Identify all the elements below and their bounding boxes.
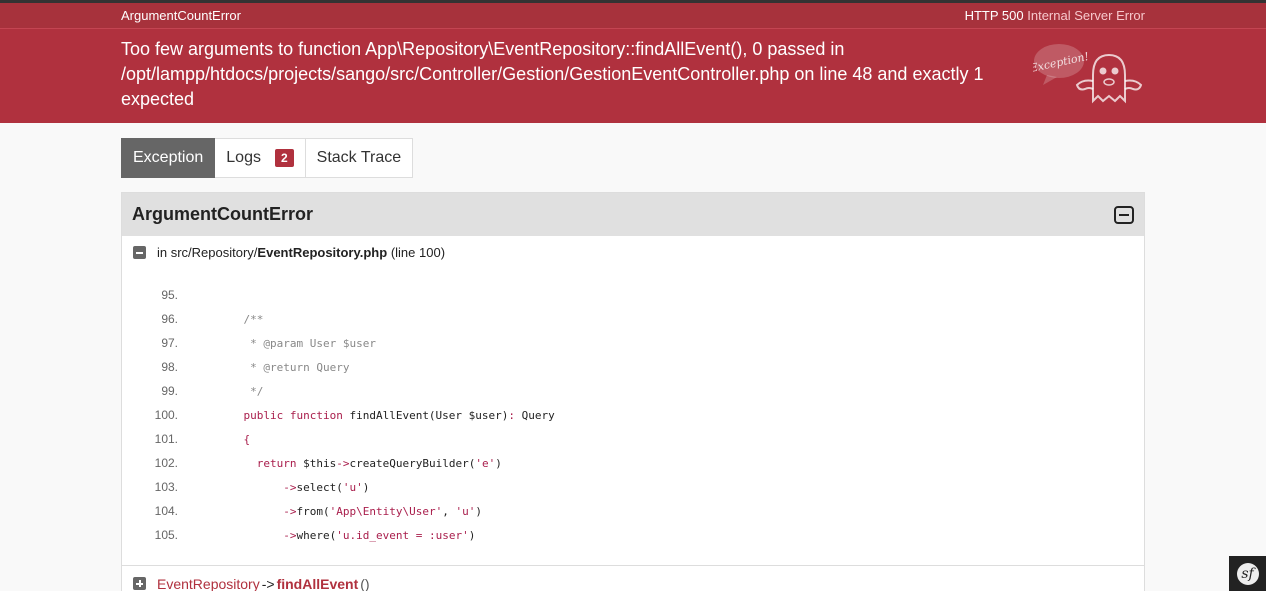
- code-line-number: 101.: [154, 432, 178, 446]
- exception-panel-title: ArgumentCountError: [132, 204, 313, 224]
- trace-line-number: (line 100): [390, 245, 446, 260]
- code-line-number: 105.: [154, 528, 178, 542]
- code-line-source: return $this->createQueryBuilder('e'): [256, 456, 502, 470]
- tab-exception[interactable]: Exception: [121, 138, 216, 178]
- code-line: 95.: [122, 283, 1144, 307]
- code-line-source: ->select('u'): [283, 480, 370, 494]
- main-content: Exception Logs 2 Stack Trace ArgumentCou…: [121, 123, 1145, 591]
- next-trace-item: EventRepository -> findAllEvent(): [122, 565, 1144, 591]
- tab-logs-label: Logs: [226, 149, 261, 166]
- logs-count-badge: 2: [274, 149, 294, 167]
- code-line-number: 104.: [154, 504, 178, 518]
- collapse-trace-icon[interactable]: [133, 246, 146, 259]
- trace-file: EventRepository.php: [257, 245, 388, 260]
- trace-function: findAllEvent: [276, 575, 359, 591]
- code-line-source: */: [250, 384, 264, 398]
- code-line-source: {: [243, 432, 251, 446]
- code-line-number: 97.: [161, 336, 178, 350]
- exception-ghost-icon: Exception!: [1033, 44, 1143, 104]
- code-line-number: 96.: [161, 312, 178, 326]
- exception-class-label: ArgumentCountError: [121, 8, 241, 23]
- code-line: 100. public function findAllEvent(User $…: [122, 403, 1144, 427]
- code-line: 103. ->select('u'): [122, 475, 1144, 499]
- tab-logs[interactable]: Logs 2: [215, 138, 306, 178]
- code-line-source: public function findAllEvent(User $user)…: [243, 408, 555, 422]
- trace-prefix: in src/Repository/: [157, 245, 258, 260]
- code-excerpt: 95. 96. /** 97. * @param User $user 98. * @…: [122, 269, 1144, 565]
- exception-panel: ArgumentCountError in src/Repository/Eve…: [121, 192, 1145, 591]
- code-line-number: 99.: [161, 384, 178, 398]
- code-line: 101. {: [122, 427, 1144, 451]
- code-line: 105. ->where('u.id_event = :user'): [122, 523, 1144, 547]
- symfony-logo-icon: sf: [1236, 562, 1259, 585]
- code-line: 99. */: [122, 379, 1144, 403]
- code-line-source: * @return Query: [250, 360, 350, 374]
- code-line-number: 98.: [161, 360, 178, 374]
- code-line-number: 95.: [161, 288, 178, 302]
- code-line-number: 102.: [154, 456, 178, 470]
- tab-exception-label: Exception: [133, 149, 204, 166]
- trace-arrow: ->: [261, 575, 275, 591]
- code-line-source: ->where('u.id_event = :user'): [283, 528, 476, 542]
- code-line: 97. * @param User $user: [122, 331, 1144, 355]
- exception-panel-header: ArgumentCountError: [122, 193, 1144, 236]
- status-text: Internal Server Error: [1027, 8, 1145, 23]
- exception-header: Too few arguments to function App\Reposi…: [0, 28, 1266, 123]
- trace-args: (): [360, 575, 370, 591]
- tab-bar: Exception Logs 2 Stack Trace: [121, 138, 1145, 178]
- code-line-number: 100.: [154, 408, 178, 422]
- tab-stack-trace[interactable]: Stack Trace: [305, 138, 414, 178]
- http-status: HTTP 500 Internal Server Error: [965, 8, 1145, 23]
- trace-class: EventRepository: [157, 575, 260, 591]
- code-line: 96. /**: [122, 307, 1144, 331]
- collapse-toggle-icon[interactable]: [1114, 205, 1134, 224]
- code-line-source: * @param User $user: [250, 336, 376, 350]
- code-line-source: /**: [243, 312, 264, 326]
- exception-message: Too few arguments to function App\Reposi…: [121, 39, 984, 109]
- code-line-number: 103.: [154, 480, 178, 494]
- code-line: 102. return $this->createQueryBuilder('e…: [122, 451, 1144, 475]
- code-line: 98. * @return Query: [122, 355, 1144, 379]
- status-code: HTTP 500: [964, 8, 1024, 23]
- code-line: 104. ->from('App\Entity\User', 'u'): [122, 499, 1144, 523]
- exception-meta-bar: ArgumentCountError HTTP 500 Internal Ser…: [0, 3, 1266, 28]
- code-line-source: ->from('App\Entity\User', 'u'): [283, 504, 482, 518]
- trace-location: in src/Repository/EventRepository.php (l…: [122, 236, 1144, 269]
- tab-stack-trace-label: Stack Trace: [316, 149, 402, 166]
- symfony-toolbar-toggle[interactable]: sf: [1229, 556, 1266, 591]
- expand-trace-icon[interactable]: [133, 577, 146, 590]
